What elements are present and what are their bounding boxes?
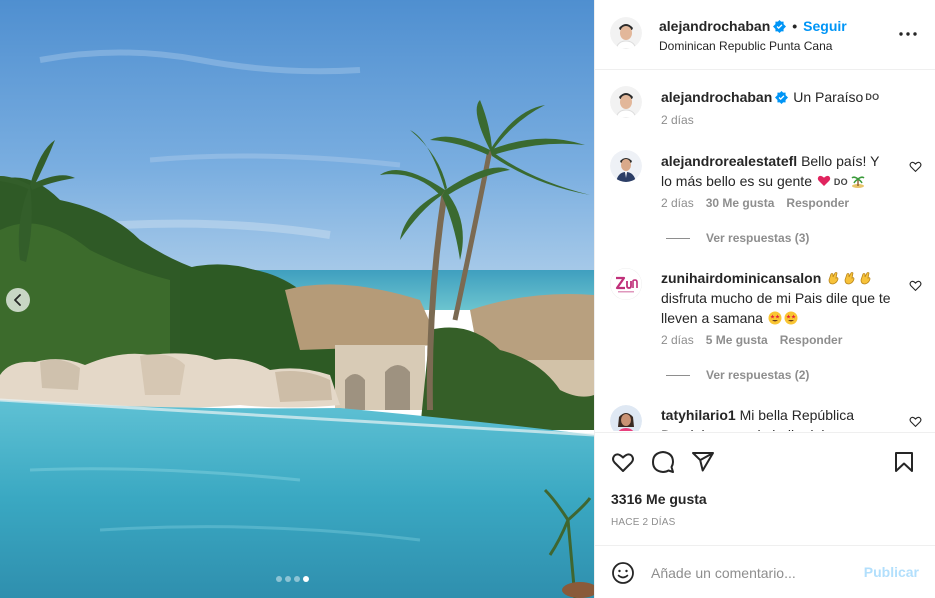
commenter-avatar[interactable] xyxy=(610,268,642,300)
post-photo[interactable] xyxy=(0,0,594,598)
reply-button[interactable]: Responder xyxy=(780,333,843,347)
heart-emoji xyxy=(817,174,831,188)
clap-emoji xyxy=(842,271,856,285)
carousel-dot-active xyxy=(303,576,309,582)
header-user-line: alejandrochaban • Seguir xyxy=(659,18,847,34)
profile-photo-icon xyxy=(610,405,642,431)
view-replies-label: Ver respuestas (3) xyxy=(706,231,810,245)
profile-photo-icon xyxy=(610,17,642,49)
carousel-dot xyxy=(276,576,282,582)
view-replies-label: Ver respuestas (2) xyxy=(706,368,810,382)
comment-composer: Publicar xyxy=(595,545,935,598)
post-actions: 3316 Me gusta HACE 2 DÍAS xyxy=(595,432,935,544)
profile-photo-icon xyxy=(610,86,642,118)
caption-username[interactable]: alejandrochaban xyxy=(661,89,772,105)
comment-time[interactable]: 2 días xyxy=(661,333,694,347)
header-separator: • xyxy=(792,18,798,34)
replies-divider xyxy=(666,374,690,376)
commenter-avatar[interactable] xyxy=(610,405,642,431)
comment-meta: 2 días 30 Me gusta Responder xyxy=(661,196,849,210)
instagram-post-modal: alejandrochaban • Seguir Dominican Repub… xyxy=(0,0,935,598)
more-options-icon[interactable] xyxy=(898,24,918,44)
dominican-flag-emoji: DO xyxy=(865,92,880,102)
share-paper-plane-icon[interactable] xyxy=(691,450,715,474)
caption-time[interactable]: 2 días xyxy=(661,113,694,127)
commenter-username[interactable]: zunihairdominicansalon xyxy=(661,270,821,286)
post-date[interactable]: HACE 2 DÍAS xyxy=(611,517,675,528)
comment-body: zunihairdominicansalon disfruta mucho de… xyxy=(661,268,893,328)
comments-list[interactable]: alejandrochaban Un Paraíso DO 2 días ale… xyxy=(595,71,935,431)
zuni-logo-icon xyxy=(610,268,642,300)
publish-button[interactable]: Publicar xyxy=(864,564,919,580)
star-eyes-emoji xyxy=(768,311,782,325)
profile-photo-icon xyxy=(610,150,642,182)
comment-body: tatyhilario1 Mi bella República Dominica… xyxy=(661,405,893,431)
commenter-username[interactable]: tatyhilario1 xyxy=(661,407,736,423)
author-avatar[interactable] xyxy=(610,17,642,49)
save-bookmark-icon[interactable] xyxy=(892,450,916,474)
dominican-flag-emoji: DO xyxy=(833,177,848,187)
caption-text-line: alejandrochaban Un Paraíso DO xyxy=(661,89,881,105)
comment-body: alejandrorealestatefl Bello país! Y lo m… xyxy=(661,151,893,192)
carousel-dot xyxy=(285,576,291,582)
reply-button[interactable]: Responder xyxy=(786,196,849,210)
chevron-left-icon xyxy=(14,294,21,306)
comment-like-heart-icon[interactable] xyxy=(909,415,922,428)
palm-island-emoji xyxy=(851,174,865,188)
follow-button[interactable]: Seguir xyxy=(803,18,847,34)
comment-likes[interactable]: 5 Me gusta xyxy=(706,333,768,347)
star-eyes-emoji xyxy=(784,311,798,325)
comment-like-heart-icon[interactable] xyxy=(909,160,922,173)
comment-meta: 2 días 5 Me gusta Responder xyxy=(661,333,842,347)
comment-bubble-icon[interactable] xyxy=(651,450,675,474)
comment-time[interactable]: 2 días xyxy=(661,196,694,210)
author-username[interactable]: alejandrochaban xyxy=(659,18,770,34)
post-header: alejandrochaban • Seguir Dominican Repub… xyxy=(595,0,935,70)
verified-badge-icon xyxy=(775,90,789,104)
emoji-smile-icon[interactable] xyxy=(611,561,635,585)
caption-avatar[interactable] xyxy=(610,86,642,118)
view-replies-button[interactable]: Ver respuestas (3) xyxy=(666,231,809,245)
like-heart-icon[interactable] xyxy=(611,450,635,474)
post-location[interactable]: Dominican Republic Punta Cana xyxy=(659,39,832,53)
clap-emoji xyxy=(858,271,872,285)
verified-badge-icon xyxy=(773,19,787,33)
replies-divider xyxy=(666,237,690,239)
commenter-username[interactable]: alejandrorealestatefl xyxy=(661,153,797,169)
likes-count[interactable]: 3316 Me gusta xyxy=(611,491,707,507)
carousel-prev-button[interactable] xyxy=(6,288,30,312)
carousel-dot xyxy=(294,576,300,582)
commenter-avatar[interactable] xyxy=(610,150,642,182)
resort-pool-photo xyxy=(0,0,594,598)
comment-likes[interactable]: 30 Me gusta xyxy=(706,196,775,210)
comment-input[interactable] xyxy=(651,562,851,584)
comment-like-heart-icon[interactable] xyxy=(909,279,922,292)
view-replies-button[interactable]: Ver respuestas (2) xyxy=(666,368,809,382)
post-side-panel: alejandrochaban • Seguir Dominican Repub… xyxy=(594,0,935,598)
clap-emoji xyxy=(826,271,840,285)
caption-text: Un Paraíso xyxy=(793,89,864,105)
carousel-indicator xyxy=(276,576,309,582)
